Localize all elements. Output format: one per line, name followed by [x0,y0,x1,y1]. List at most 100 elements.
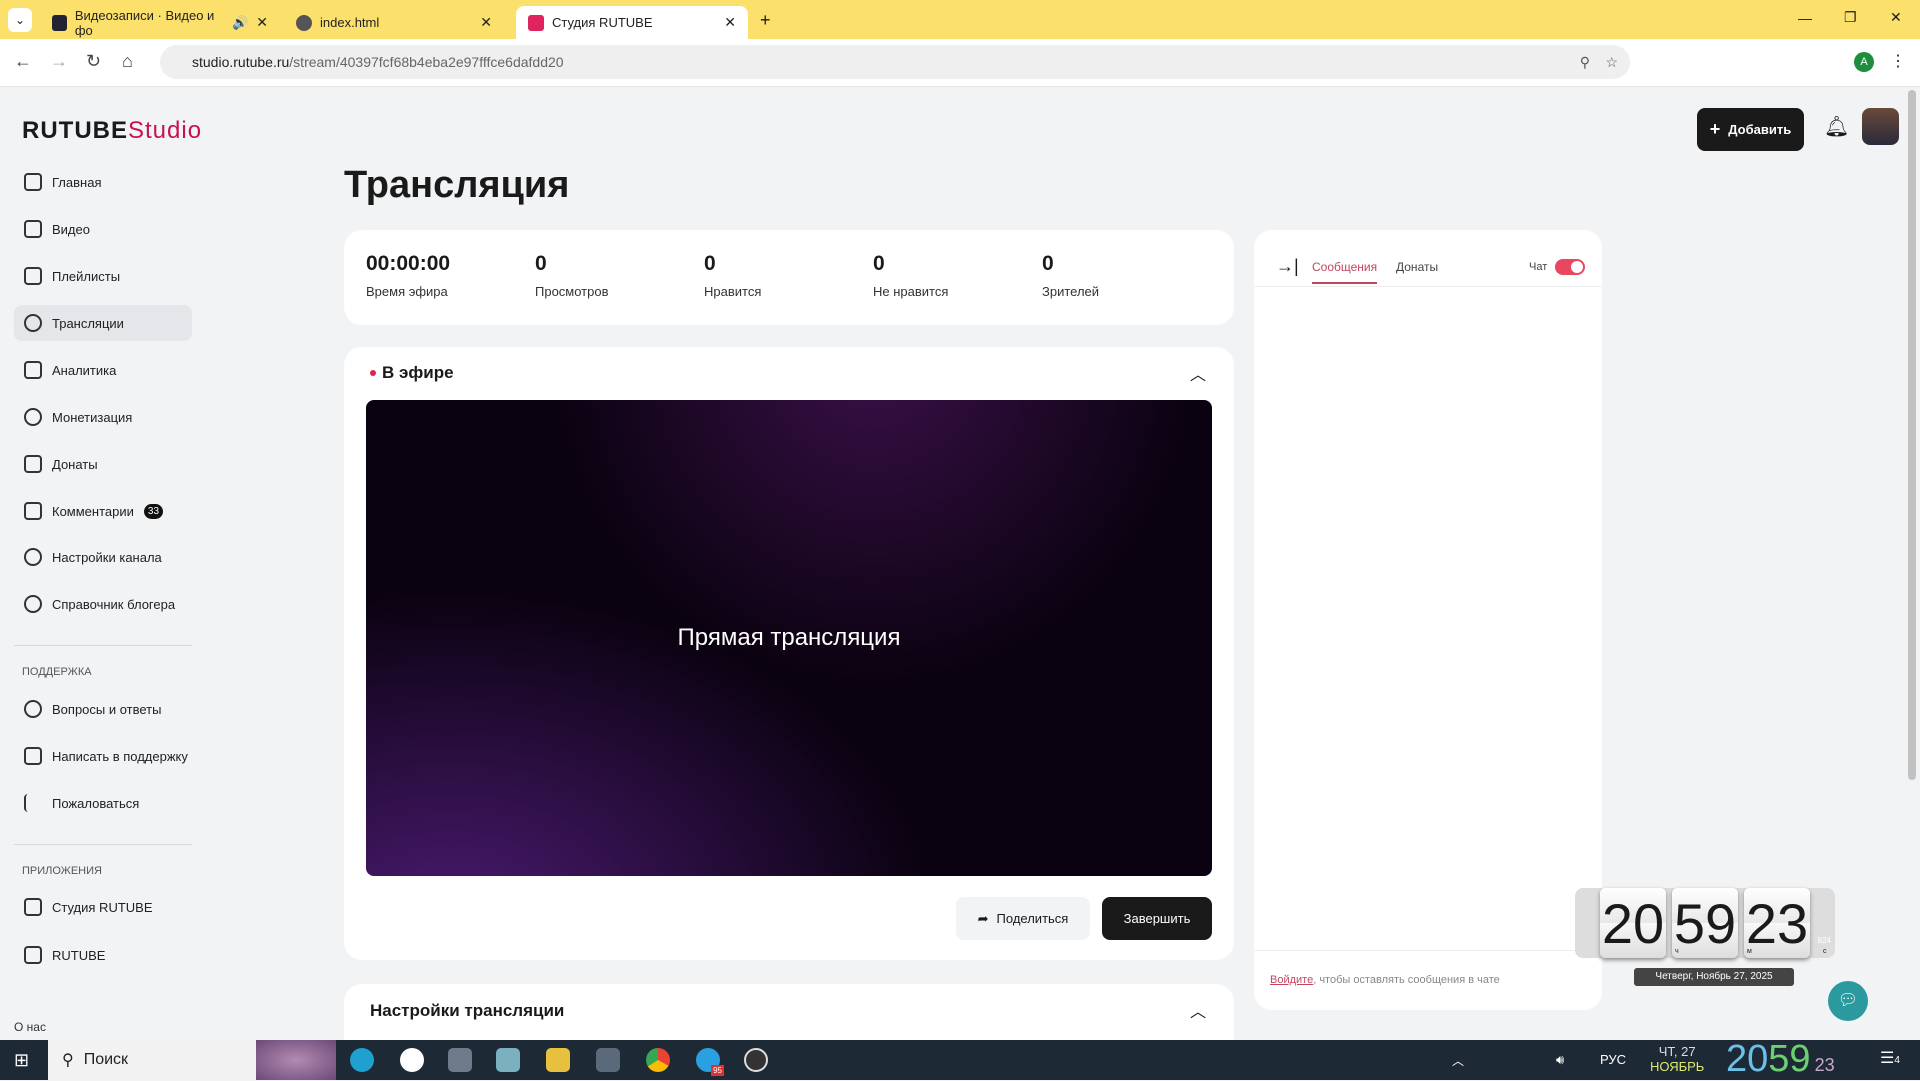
sidebar-item-streams[interactable]: Трансляции [14,305,192,341]
rutube-studio-logo[interactable]: RUTUBEStudio [22,117,202,145]
tab-messages[interactable]: Сообщения [1312,260,1378,284]
reload-icon[interactable]: ↻ [86,51,101,72]
tab-search-button[interactable]: ⌄ [8,8,32,32]
tab-videos[interactable]: Видеозаписи · Видео и фо 🔊 ✕ [40,6,280,39]
chrome-icon[interactable] [646,1048,670,1072]
sidebar-item-home[interactable]: Главная [14,164,192,200]
volume-icon[interactable]: 🔊︎ [1556,1052,1564,1068]
yandex-icon[interactable] [400,1048,424,1072]
audio-icon: 🔊 [232,14,249,30]
login-hint-text: , чтобы оставлять сообщения в чате [1313,974,1500,986]
new-tab-button[interactable]: + [760,10,771,31]
gear-icon [24,548,42,566]
notifications-icon[interactable]: ☰4 [1880,1048,1900,1068]
sidebar-label: Написать в поддержку [52,748,188,764]
close-tab-icon[interactable]: ✕ [256,14,268,31]
sidebar-item-report[interactable]: Пожаловаться [14,785,192,821]
sidebar-item-donations[interactable]: Донаты [14,446,192,482]
close-tab-icon[interactable]: ✕ [480,14,492,31]
search-highlight-image [256,1040,336,1080]
sidebar-item-channel-settings[interactable]: Настройки канала [14,539,192,575]
file-explorer-icon[interactable] [546,1048,570,1072]
taskbar-search[interactable]: ⚲ Поиск [48,1040,336,1080]
tray-chevron-icon[interactable]: ︿ [1452,1052,1464,1069]
collapse-chevron-icon[interactable]: ︿ [1190,361,1206,385]
chat-toggle[interactable] [1555,259,1586,275]
profile-avatar[interactable]: A [1854,52,1874,72]
minimize-button[interactable]: — [1798,10,1812,26]
about-link[interactable]: О нас [14,1020,46,1034]
address-bar[interactable]: studio.rutube.ru/stream/40397fcf68b4eba2… [160,45,1630,79]
sidebar-label: Вопросы и ответы [52,701,162,717]
telegram-icon[interactable]: 95 [696,1048,724,1076]
telegram-badge: 95 [711,1065,724,1076]
home-icon[interactable]: ⌂ [122,51,133,72]
edge-icon[interactable] [350,1048,374,1072]
sidebar-divider [14,645,192,646]
video-icon [24,220,42,238]
bell-icon[interactable]: 🔔︎ [1824,114,1849,139]
taskbar-day: ЧТ, 27 [1658,1044,1696,1059]
user-avatar[interactable] [1862,108,1899,145]
stat-likes: 0 Нравится [704,252,761,299]
windows-start-icon[interactable]: ⊞ [14,1050,29,1071]
help-chat-button[interactable]: 💬︎ [1828,981,1868,1021]
clock-seconds: 23 [1744,888,1810,958]
bookmark-star-icon[interactable]: ☆ [1605,54,1618,71]
collapse-panel-icon[interactable]: →| [1276,256,1299,277]
stat-value: 0 [1042,252,1054,275]
url-host: studio.rutube.ru [192,54,290,70]
input-language[interactable]: РУС [1600,1052,1626,1067]
sidebar-label: Донаты [52,456,98,472]
stat-label: Нравится [704,284,762,299]
stat-label: Зрителей [1042,284,1100,299]
close-tab-icon[interactable]: ✕ [724,14,736,31]
sidebar-item-comments[interactable]: Комментарии 33 [14,493,192,529]
sidebar-item-studio-app[interactable]: Студия RUTUBE [14,889,192,925]
end-stream-button[interactable]: Завершить [1102,897,1212,940]
tab-favicon [52,14,67,31]
login-link[interactable]: Войдите [1270,974,1313,986]
collapse-chevron-icon[interactable]: ︿ [1190,998,1206,1022]
sidebar-label: Главная [52,174,102,190]
add-button[interactable]: + Добавить [1697,108,1804,151]
menu-icon[interactable]: ⋮ [1890,51,1906,71]
stat-dislikes: 0 Не нравится [873,252,948,299]
zoom-icon[interactable]: ⚲ [1580,54,1590,71]
taskbar-date[interactable]: ЧТ, 27 НОЯБРЬ [1650,1044,1704,1074]
close-window-button[interactable]: ✕ [1890,9,1902,26]
taskbar-clock[interactable]: 20 59 23 [1726,1038,1835,1081]
calculator-icon[interactable] [596,1048,620,1072]
divider [1254,286,1602,287]
sidebar-item-video[interactable]: Видео [14,211,192,247]
rutube-icon [24,946,42,964]
clock-ms: 824 [1817,936,1831,945]
tab-index[interactable]: index.html ✕ [284,6,504,39]
restore-button[interactable]: ❐ [1844,9,1857,26]
broadcast-icon [24,314,42,332]
apps-heading: Приложения [22,865,102,877]
sidebar-item-blogger-guide[interactable]: Справочник блогера [14,586,192,622]
sidebar-item-playlists[interactable]: Плейлисты [14,258,192,294]
studio-icon [24,898,42,916]
notification-count: 4 [1894,1055,1900,1066]
back-icon[interactable]: ← [14,51,32,72]
tab-studio[interactable]: Студия RUTUBE ✕ [516,6,748,39]
stream-preview[interactable]: Прямая трансляция [366,400,1212,876]
notes-icon[interactable] [496,1048,520,1072]
stat-value: 0 [873,252,885,275]
sidebar-item-analytics[interactable]: Аналитика [14,352,192,388]
sidebar-label: RUTUBE [52,947,106,963]
sidebar-label: Студия RUTUBE [52,899,153,915]
sidebar-item-faq[interactable]: Вопросы и ответы [14,691,192,727]
share-button[interactable]: ➦ Поделиться [956,897,1090,940]
camera-icon[interactable] [448,1048,472,1072]
forward-icon[interactable]: → [50,51,68,72]
search-icon: ⚲ [62,1052,74,1069]
obs-icon[interactable] [744,1048,768,1072]
tab-donations[interactable]: Донаты [1396,260,1438,274]
sidebar-item-monetization[interactable]: Монетизация [14,399,192,435]
page-scrollbar[interactable] [1908,90,1916,780]
sidebar-item-rutube-app[interactable]: RUTUBE [14,937,192,973]
sidebar-item-contact-support[interactable]: Написать в поддержку [14,738,192,774]
